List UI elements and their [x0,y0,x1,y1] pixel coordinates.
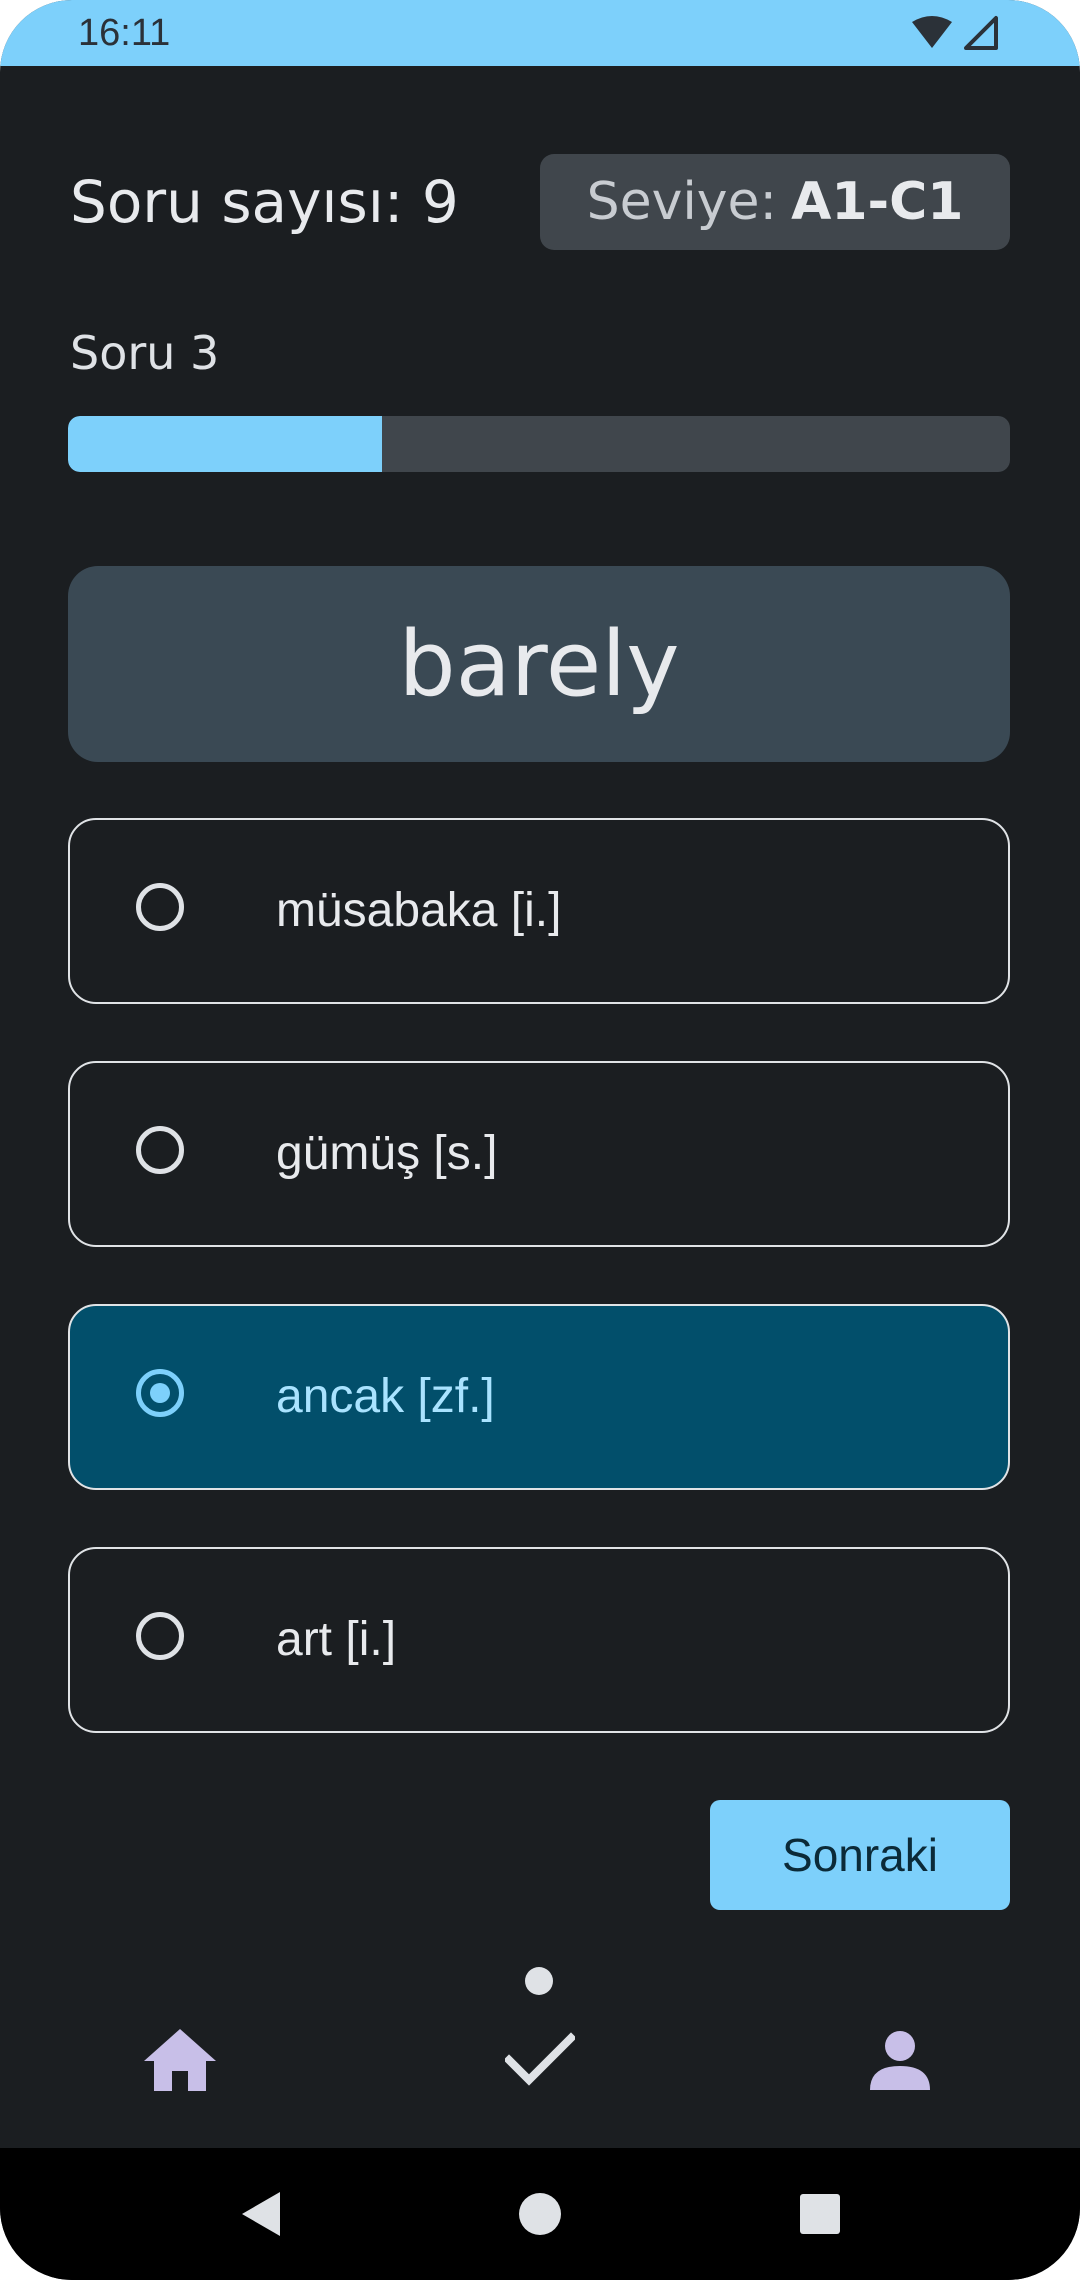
option-label: gümüş [s.] [276,1127,498,1180]
system-nav-bar [0,2148,1080,2280]
person-icon [870,2031,930,2090]
question-word: barely [398,611,680,717]
nav-active-indicator [525,1967,553,1995]
option-4[interactable]: art [i.] [68,1547,1010,1733]
back-triangle-icon [242,2192,280,2236]
nav-quiz[interactable] [490,2020,590,2100]
progress-fill [68,416,382,472]
status-bar: 16:11 [0,0,1080,66]
radio-selected-dot [150,1383,170,1403]
status-time: 16:11 [78,12,171,54]
home-icon [144,2029,216,2091]
option-3[interactable]: ancak [zf.] [68,1304,1010,1490]
level-label: Seviye: [586,172,778,232]
home-circle-icon [519,2193,561,2235]
nav-home[interactable] [130,2020,230,2100]
current-question-label: Soru 3 [70,326,220,380]
level-chip[interactable]: Seviye: A1-C1 [540,154,1010,250]
option-label: müsabaka [i.] [276,884,562,937]
option-2[interactable]: gümüş [s.] [68,1061,1010,1247]
status-icons [910,14,1000,54]
radio-button[interactable] [136,1369,184,1417]
radio-button[interactable] [136,1612,184,1660]
radio-button[interactable] [136,883,184,931]
option-1[interactable]: müsabaka [i.] [68,818,1010,1004]
question-count: Soru sayısı: 9 [70,168,459,236]
system-back[interactable] [232,2186,288,2242]
system-recents[interactable] [792,2186,848,2242]
word-card: barely [68,566,1010,762]
system-home[interactable] [512,2186,568,2242]
phone-screen: 16:11 Soru sayısı: 9 Seviye: A1-C1 Soru … [0,0,1080,2280]
recents-square-icon [800,2194,840,2234]
wifi-signal-icon [912,16,998,50]
check-icon [505,2032,575,2086]
progress-bar [68,416,1010,472]
next-button[interactable]: Sonraki [710,1800,1010,1910]
radio-button[interactable] [136,1126,184,1174]
level-value: A1-C1 [791,172,964,232]
option-label: ancak [zf.] [276,1370,495,1423]
nav-profile[interactable] [850,2020,950,2100]
option-label: art [i.] [276,1613,397,1666]
